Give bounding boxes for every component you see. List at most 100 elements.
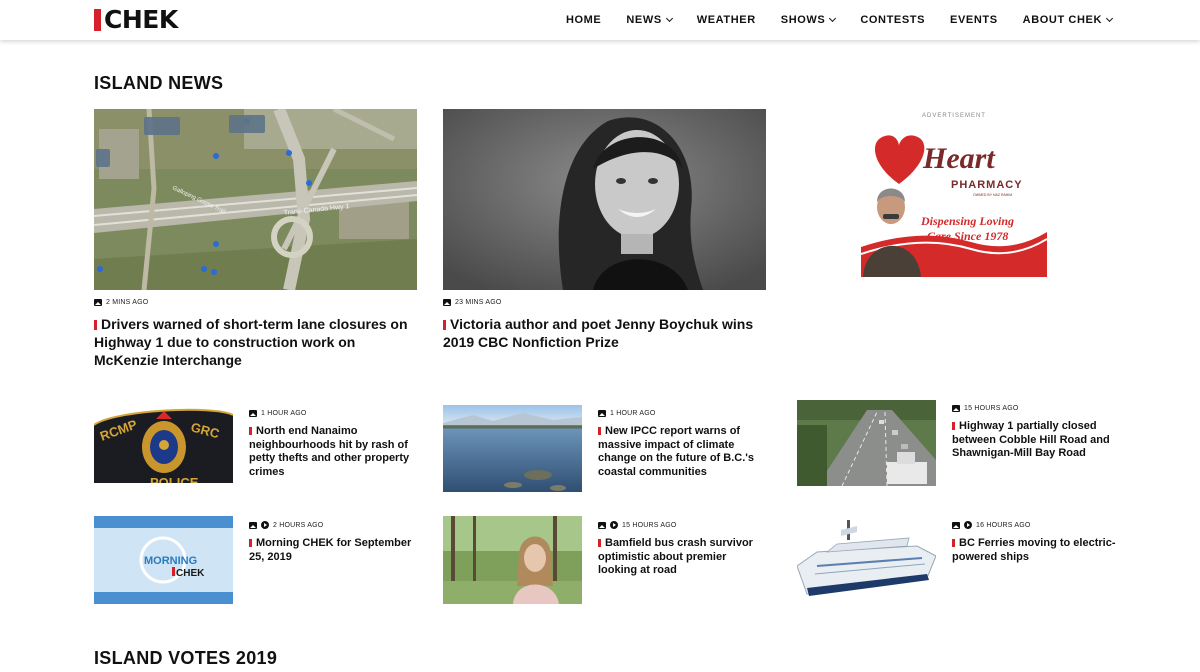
logo-red-bar xyxy=(94,9,101,31)
card-headline[interactable]: New IPCC report warns of massive impact … xyxy=(598,425,763,479)
card-body: 16 HOURS AGO BC Ferries moving to electr… xyxy=(952,521,1117,564)
card-body: 2 HOURS AGO Morning CHEK for September 2… xyxy=(249,521,414,564)
author-portrait-image[interactable] xyxy=(443,109,766,290)
chevron-down-icon xyxy=(829,14,837,23)
red-accent-mark xyxy=(598,539,601,547)
card-headline-text: BC Ferries moving to electric-powered sh… xyxy=(952,537,1116,563)
image-icon xyxy=(443,299,451,306)
card-timestamp: 16 HOURS AGO xyxy=(976,521,1031,529)
card-timestamp: 15 HOURS AGO xyxy=(964,405,1019,412)
nav-home-label: HOME xyxy=(565,14,602,26)
section-title-island-news: ISLAND NEWS xyxy=(94,73,224,93)
chek-logo[interactable]: CHEK xyxy=(94,5,178,34)
card-meta: 1 HOUR AGO xyxy=(598,410,763,417)
site-header: CHEK HOME NEWS WEATHER SHOWS CONTESTS EV… xyxy=(0,0,1200,40)
police-text: POLICE xyxy=(150,475,199,483)
nav-shows[interactable]: SHOWS xyxy=(781,14,837,26)
card-body: 15 HOURS AGO Highway 1 partially closed … xyxy=(952,405,1117,461)
card-body: 1 HOUR AGO New IPCC report warns of mass… xyxy=(598,410,763,479)
story-headline[interactable]: Victoria author and poet Jenny Boychuk w… xyxy=(443,315,766,351)
nav-events[interactable]: EVENTS xyxy=(950,14,998,26)
news-card[interactable]: 15 HOURS AGO Highway 1 partially closed … xyxy=(797,400,1117,490)
card-timestamp: 15 HOURS AGO xyxy=(622,521,677,529)
morning-chek-brand: CHEK xyxy=(176,568,205,579)
news-card[interactable]: 1 HOUR AGO New IPCC report warns of mass… xyxy=(443,405,763,495)
story-meta: 23 MINS AGO xyxy=(443,299,766,306)
nav-weather-label: WEATHER xyxy=(696,14,756,26)
card-headline-text: New IPCC report warns of massive impact … xyxy=(598,425,755,478)
card-headline[interactable]: Bamfield bus crash survivor optimistic a… xyxy=(598,537,763,578)
featured-story-highway[interactable]: Galloping Goose Trail Trans-Canada Hwy 1… xyxy=(94,109,417,369)
red-accent-mark xyxy=(249,539,252,547)
video-play-icon xyxy=(964,521,972,529)
card-headline-text: Highway 1 partially closed between Cobbl… xyxy=(952,420,1110,459)
morning-chek-thumbnail[interactable]: MORNING CHEK xyxy=(94,516,233,604)
morning-word: MORNING xyxy=(144,555,197,567)
card-meta: 2 HOURS AGO xyxy=(249,521,414,529)
news-card[interactable]: MORNING CHEK 2 HOURS AGO Morning CHEK fo… xyxy=(94,516,414,606)
nav-home[interactable]: HOME xyxy=(566,14,601,26)
nav-news-label: NEWS xyxy=(626,14,662,26)
image-icon xyxy=(598,521,606,529)
image-icon xyxy=(249,521,257,529)
card-headline[interactable]: North end Nanaimo neighbourhoods hit by … xyxy=(249,425,414,479)
coastline-thumbnail[interactable] xyxy=(443,405,582,492)
main-nav: HOME NEWS WEATHER SHOWS CONTESTS EVENTS … xyxy=(541,0,1114,40)
ad-brand-pharmacy: PHARMACY xyxy=(951,179,1023,191)
red-accent-mark xyxy=(598,427,601,435)
logo-text: CHEK xyxy=(104,5,178,34)
news-card[interactable]: 15 HOURS AGO Bamfield bus crash survivor… xyxy=(443,516,763,606)
image-icon xyxy=(249,410,257,417)
card-body: 1 HOUR AGO North end Nanaimo neighbourho… xyxy=(249,410,414,479)
card-headline-text: Bamfield bus crash survivor optimistic a… xyxy=(598,537,753,576)
story-headline[interactable]: Drivers warned of short-term lane closur… xyxy=(94,315,417,369)
red-accent-mark xyxy=(249,427,252,435)
chevron-down-icon xyxy=(1105,14,1114,23)
card-meta: 15 HOURS AGO xyxy=(598,521,763,529)
card-headline-text: North end Nanaimo neighbourhoods hit by … xyxy=(249,425,410,478)
highway-thumbnail[interactable] xyxy=(797,400,936,486)
card-meta: 16 HOURS AGO xyxy=(952,521,1117,529)
card-headline[interactable]: Morning CHEK for September 25, 2019 xyxy=(249,537,414,564)
nav-weather[interactable]: WEATHER xyxy=(697,14,756,26)
news-card[interactable]: RCMP GRC POLICE 1 HOUR AGO North end Nan… xyxy=(94,405,414,495)
section-title-island-votes: ISLAND VOTES 2019 xyxy=(94,648,278,668)
ad-tagline-2: Care Since 1978 xyxy=(927,229,1008,243)
nav-news[interactable]: NEWS xyxy=(626,14,673,26)
rcmp-badge-thumbnail[interactable]: RCMP GRC POLICE xyxy=(94,405,233,483)
heart-pharmacy-ad[interactable]: Heart PHARMACY OWNED BY NAZ RAHIM Dispen… xyxy=(861,122,1047,277)
nav-about[interactable]: ABOUT CHEK xyxy=(1022,14,1114,26)
nav-contests[interactable]: CONTESTS xyxy=(860,14,925,26)
chevron-down-icon xyxy=(665,14,673,23)
featured-story-author[interactable]: 23 MINS AGO Victoria author and poet Jen… xyxy=(443,109,766,351)
image-icon xyxy=(952,405,960,412)
card-timestamp: 1 HOUR AGO xyxy=(610,410,656,417)
red-accent-mark xyxy=(443,320,446,330)
video-play-icon xyxy=(261,521,269,529)
card-headline[interactable]: Highway 1 partially closed between Cobbl… xyxy=(952,420,1117,461)
card-meta: 15 HOURS AGO xyxy=(952,405,1117,412)
ad-brand-heart: Heart xyxy=(922,142,996,175)
ad-owner-text: OWNED BY NAZ RAHIM xyxy=(973,193,1012,197)
image-icon xyxy=(952,521,960,529)
news-card[interactable]: 16 HOURS AGO BC Ferries moving to electr… xyxy=(797,516,1117,606)
aerial-map-image[interactable]: Galloping Goose Trail Trans-Canada Hwy 1 xyxy=(94,109,417,290)
red-accent-mark xyxy=(952,422,955,430)
nav-contests-label: CONTESTS xyxy=(860,14,926,26)
image-icon xyxy=(94,299,102,306)
story-meta: 2 MINS AGO xyxy=(94,299,417,306)
ad-tagline-1: Dispensing Loving xyxy=(920,214,1014,228)
image-icon xyxy=(598,410,606,417)
ferry-thumbnail[interactable] xyxy=(797,516,936,604)
card-headline[interactable]: BC Ferries moving to electric-powered sh… xyxy=(952,537,1117,564)
card-timestamp: 1 HOUR AGO xyxy=(261,410,307,417)
video-play-icon xyxy=(610,521,618,529)
survivor-thumbnail[interactable] xyxy=(443,516,582,604)
story-headline-text: Drivers warned of short-term lane closur… xyxy=(94,316,408,368)
nav-about-label: ABOUT CHEK xyxy=(1022,14,1102,26)
card-body: 15 HOURS AGO Bamfield bus crash survivor… xyxy=(598,521,763,578)
card-headline-text: Morning CHEK for September 25, 2019 xyxy=(249,537,412,563)
red-accent-mark xyxy=(952,539,955,547)
story-headline-text: Victoria author and poet Jenny Boychuk w… xyxy=(443,316,754,350)
card-meta: 1 HOUR AGO xyxy=(249,410,414,417)
